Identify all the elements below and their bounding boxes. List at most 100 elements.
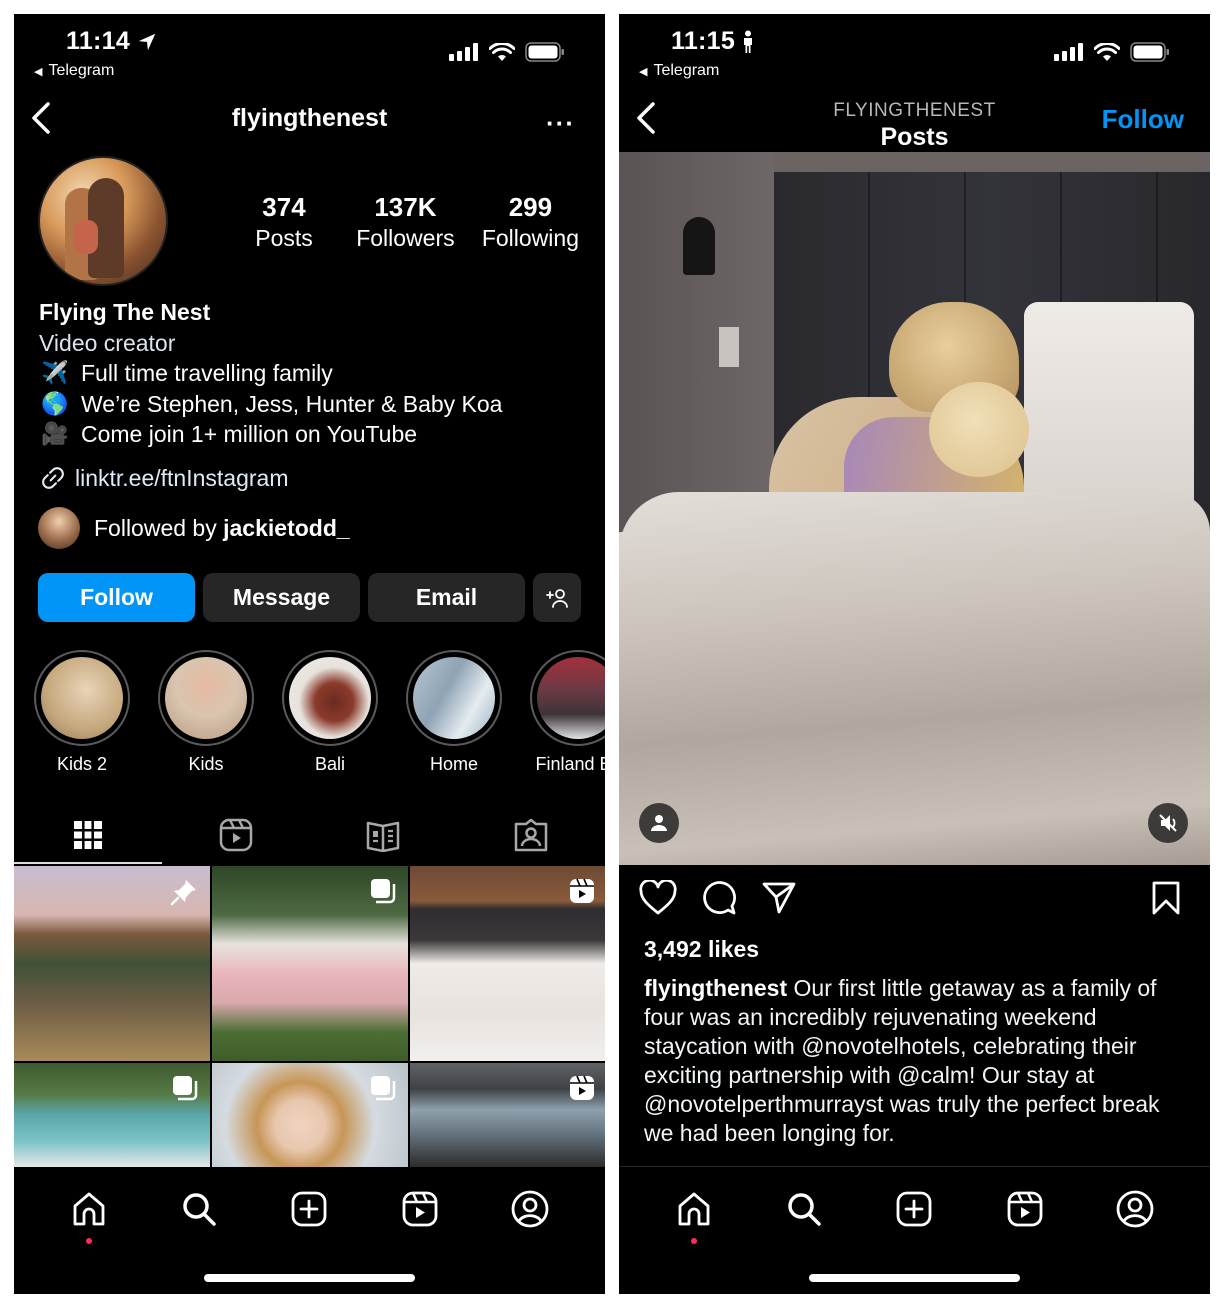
bio-line: 🎥 Come join 1+ million on YouTube (39, 419, 502, 450)
notification-dot (86, 1238, 93, 1244)
back-to-telegram[interactable]: ◀ Telegram (639, 62, 719, 80)
wall-lamp (683, 217, 715, 275)
search-icon (183, 1193, 217, 1226)
stat-posts[interactable]: 374 Posts (239, 192, 329, 254)
tab-guides[interactable] (310, 806, 458, 864)
post-image[interactable] (619, 152, 1210, 865)
follower-username[interactable]: jackietodd_ (223, 515, 350, 541)
bottom-tab-bar (619, 1168, 1210, 1294)
tab-posts-grid[interactable] (14, 806, 162, 864)
nav-search[interactable] (774, 1184, 834, 1234)
create-post-icon (292, 1191, 327, 1227)
nav-create[interactable] (279, 1184, 339, 1234)
bottom-tab-bar (14, 1168, 605, 1294)
profile-icon (1116, 1190, 1154, 1228)
bio-line: ✈️ Full time travelling family (39, 358, 502, 389)
link-icon (42, 467, 64, 489)
highlight-item[interactable]: Bali (282, 650, 378, 775)
profile-avatar[interactable] (38, 156, 168, 286)
airplane-icon: ✈️ (41, 360, 69, 385)
follow-button[interactable]: Follow (38, 573, 195, 622)
post-actions (619, 880, 1210, 924)
location-arrow-icon (138, 33, 156, 50)
cellular-signal-icon (1054, 43, 1083, 61)
profile-screen: 11:14 ◀ Telegram flyingthenest ··· 374 P… (14, 14, 605, 1294)
profile-category: Video creator (39, 329, 176, 356)
guides-icon (367, 821, 400, 852)
stat-following[interactable]: 299 Following (482, 192, 579, 254)
highlight-item[interactable]: Finland Ex (530, 650, 605, 775)
globe-icon: 🌎 (41, 390, 69, 416)
divider (619, 1166, 1210, 1167)
highlight-cover (537, 657, 605, 739)
nav-home[interactable] (664, 1184, 724, 1244)
followed-by[interactable]: Followed by jackietodd_ (38, 507, 350, 549)
more-options-icon[interactable]: ··· (546, 108, 575, 139)
nav-profile[interactable] (500, 1184, 560, 1234)
like-heart-icon[interactable] (639, 880, 677, 916)
back-to-telegram[interactable]: ◀ Telegram (34, 62, 114, 80)
nav-profile[interactable] (1105, 1184, 1165, 1234)
post-thumbnail[interactable] (14, 866, 210, 1061)
share-send-icon[interactable] (761, 880, 797, 916)
stat-followers[interactable]: 137K Followers (356, 192, 454, 254)
bio-line: 🌎 We’re Stephen, Jess, Hunter & Baby Koa (39, 389, 502, 420)
status-bar: 11:15 ◀ Telegram (619, 14, 1210, 94)
caption-author[interactable]: flyingthenest (644, 975, 787, 1001)
post-thumbnail[interactable] (410, 866, 605, 1061)
add-person-icon (546, 588, 568, 608)
home-indicator[interactable] (204, 1274, 415, 1282)
tagged-icon (514, 818, 548, 852)
post-thumbnail[interactable] (212, 866, 408, 1061)
post-thumbnail[interactable] (14, 1063, 210, 1167)
speaker-muted-icon (1159, 814, 1177, 832)
reels-icon (1007, 1191, 1043, 1227)
nav-reels[interactable] (995, 1184, 1055, 1234)
profile-tabs (14, 806, 605, 864)
follow-link-button[interactable]: Follow (1102, 104, 1184, 135)
carousel-icon (173, 1076, 198, 1101)
suggested-users-button[interactable] (533, 573, 581, 622)
highlight-cover (165, 657, 247, 739)
tagged-users-button[interactable] (639, 803, 679, 843)
home-icon (678, 1192, 710, 1226)
profile-nav-bar: flyingthenest ··· (14, 94, 605, 152)
highlight-item[interactable]: Kids (158, 650, 254, 775)
profile-link[interactable]: linktr.ee/ftnInstagram (39, 464, 289, 492)
system-icons (1054, 42, 1170, 62)
tab-tagged[interactable] (457, 806, 605, 864)
bookmark-save-icon[interactable] (1151, 880, 1181, 916)
mute-toggle-button[interactable] (1148, 803, 1188, 843)
highlight-item[interactable]: Home (406, 650, 502, 775)
nav-reels[interactable] (390, 1184, 450, 1234)
reel-icon (570, 878, 594, 903)
home-indicator[interactable] (809, 1274, 1020, 1282)
profile-stats: 374 Posts 137K Followers 299 Following (239, 192, 579, 254)
reels-icon (219, 818, 252, 852)
wifi-icon (1094, 42, 1120, 61)
highlight-cover (41, 657, 123, 739)
email-button[interactable]: Email (368, 573, 525, 622)
nav-home[interactable] (59, 1184, 119, 1244)
search-icon (788, 1193, 822, 1226)
tab-reels[interactable] (162, 806, 310, 864)
highlight-cover (413, 657, 495, 739)
back-triangle-icon: ◀ (34, 65, 43, 78)
cellular-signal-icon (449, 43, 478, 61)
nav-search[interactable] (169, 1184, 229, 1234)
carousel-icon (371, 879, 396, 904)
highlight-cover (289, 657, 371, 739)
nav-create[interactable] (884, 1184, 944, 1234)
highlight-item[interactable]: Kids 2 (34, 650, 130, 775)
post-thumbnail[interactable] (410, 1063, 605, 1167)
person-walking-icon (744, 30, 753, 53)
status-time: 11:15 (671, 27, 755, 56)
person-icon (651, 815, 667, 831)
likes-count[interactable]: 3,492 likes (644, 936, 759, 963)
battery-icon (1130, 42, 1169, 62)
follower-avatar (38, 507, 80, 549)
post-thumbnail[interactable] (212, 1063, 408, 1167)
message-button[interactable]: Message (203, 573, 360, 622)
comment-icon[interactable] (701, 880, 737, 916)
profile-actions: Follow Message Email (38, 573, 581, 622)
